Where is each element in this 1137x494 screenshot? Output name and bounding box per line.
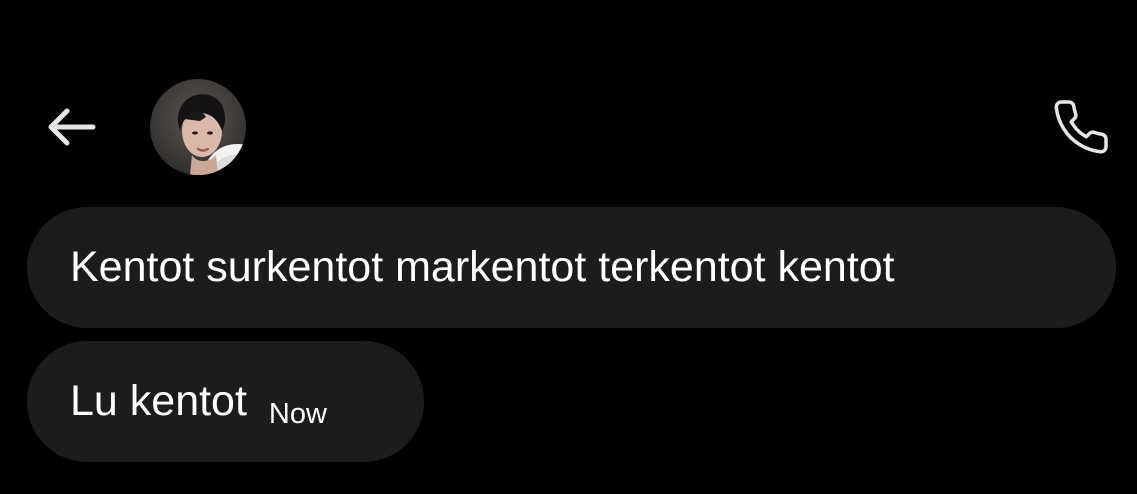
call-button[interactable] — [1046, 94, 1116, 160]
phone-icon — [1054, 100, 1108, 154]
contact-avatar[interactable] — [150, 79, 246, 175]
message-timestamp: Now — [268, 398, 327, 430]
message-bubble[interactable]: Kentot surkentot markentot terkentot ken… — [27, 207, 1116, 328]
message-text: Kentot surkentot markentot terkentot ken… — [70, 243, 895, 291]
message-bubble[interactable]: Lu kentot Now — [27, 341, 424, 462]
message-text: Lu kentot — [70, 377, 247, 425]
arrow-left-icon — [48, 108, 96, 146]
chat-header — [0, 0, 1137, 200]
back-button[interactable] — [40, 100, 102, 154]
